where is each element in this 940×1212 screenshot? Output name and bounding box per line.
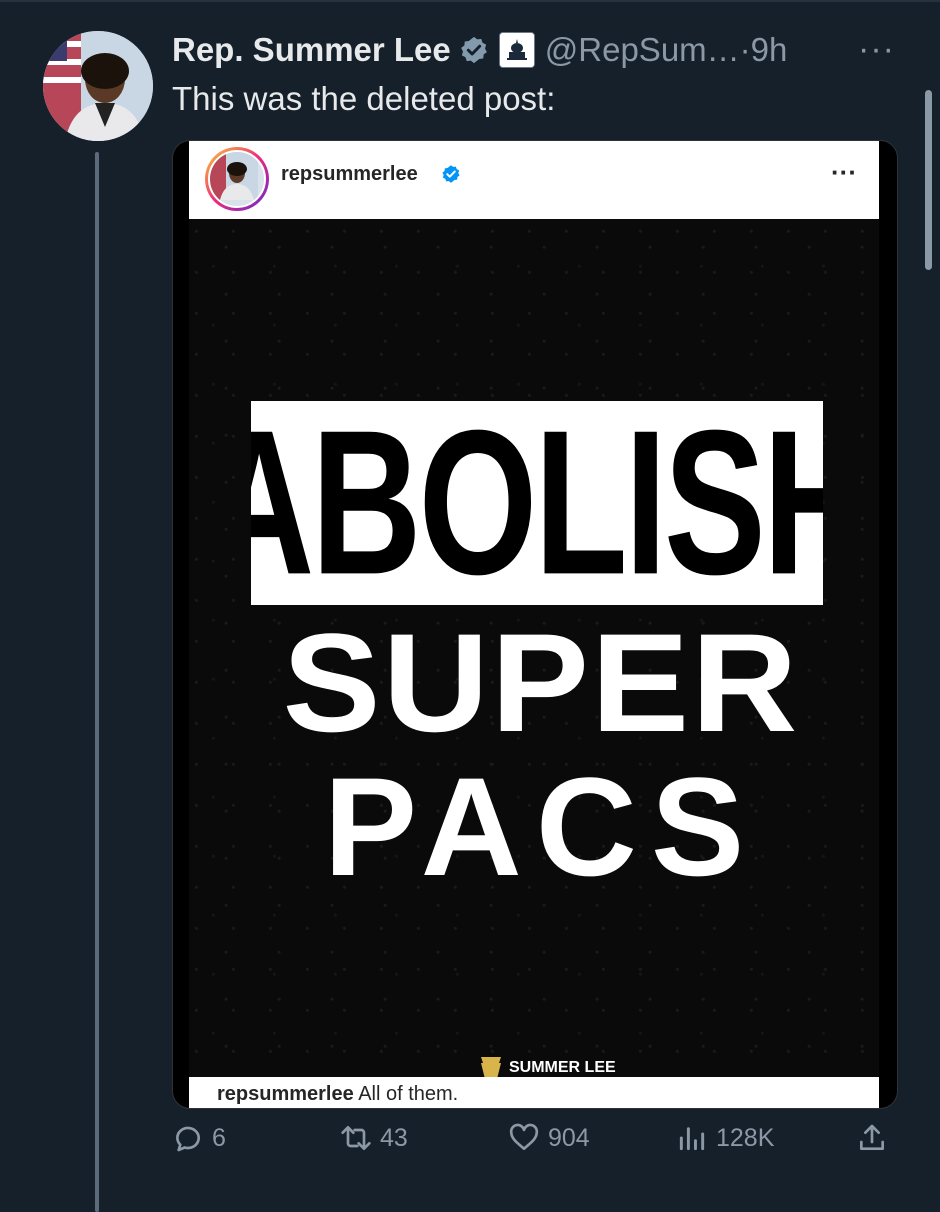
author-avatar[interactable]	[43, 31, 153, 141]
poster-line-super: SUPER	[282, 604, 800, 761]
instagram-more-icon: ···	[831, 157, 857, 187]
more-options-icon[interactable]: ···	[858, 30, 895, 69]
poster-line-pacs: PACS	[323, 748, 759, 905]
like-count: 904	[548, 1123, 590, 1152]
views-chart-icon	[679, 1127, 705, 1151]
retweet-count: 43	[380, 1123, 408, 1152]
share-button[interactable]	[856, 1122, 888, 1154]
abolish-banner: ABOLISH	[251, 401, 823, 605]
heart-icon	[509, 1123, 539, 1150]
instagram-post-header: repsummerlee ···	[189, 141, 879, 219]
author-handle-and-time[interactable]: @RepSum…·9h	[545, 31, 788, 69]
embedded-media[interactable]: repsummerlee ··· ABOLISH SUPER PACS SUMM…	[172, 140, 898, 1109]
thread-connector-line	[95, 152, 99, 1212]
share-icon	[860, 1124, 884, 1150]
us-house-affiliation-icon	[498, 32, 535, 68]
instagram-caption: repsummerlee All of them.	[189, 1077, 879, 1108]
tweet-header: Rep. Summer Lee @RepSum…·9h	[172, 28, 787, 72]
caption-text: All of them.	[358, 1083, 459, 1105]
like-button[interactable]: 904	[508, 1122, 590, 1154]
reply-button[interactable]: 6	[172, 1122, 226, 1154]
logo-text: SUMMER LEE	[509, 1059, 616, 1076]
caption-username: repsummerlee	[217, 1083, 354, 1105]
poster-image: ABOLISH SUPER PACS SUMMER LEE	[189, 219, 879, 1079]
author-name[interactable]: Rep. Summer Lee	[172, 31, 451, 69]
tweet-text: This was the deleted post:	[172, 80, 556, 117]
instagram-verified-icon	[442, 165, 460, 183]
retweet-button[interactable]: 43	[340, 1122, 408, 1154]
tweet-actions: 6 43 904 128K	[172, 1122, 896, 1166]
top-divider	[0, 0, 940, 2]
reply-count: 6	[212, 1123, 226, 1152]
reply-icon	[175, 1126, 200, 1152]
verified-badge-icon	[460, 36, 487, 64]
retweet-icon	[341, 1126, 371, 1150]
view-count: 128K	[716, 1123, 775, 1152]
views-button[interactable]: 128K	[676, 1122, 774, 1154]
instagram-username: repsummerlee	[281, 163, 418, 185]
poster-line-abolish: ABOLISH	[251, 401, 823, 605]
instagram-avatar	[205, 147, 269, 211]
scrollbar[interactable]	[925, 90, 932, 270]
